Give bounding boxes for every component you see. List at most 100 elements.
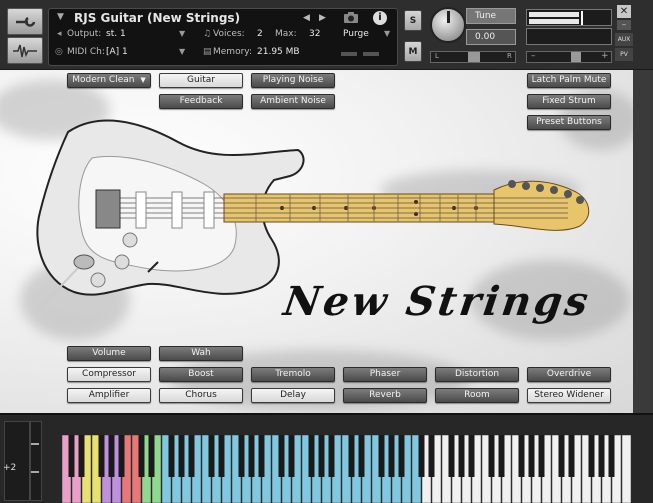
black-key[interactable] (278, 435, 285, 477)
delay-button[interactable]: Delay (251, 388, 335, 403)
octave-value[interactable]: +2 (3, 463, 16, 473)
black-key[interactable] (168, 435, 175, 477)
playing-noise-button[interactable]: Playing Noise (251, 73, 335, 88)
black-key[interactable] (488, 435, 495, 477)
black-key[interactable] (388, 435, 395, 477)
output-dropdown-icon[interactable]: ▼ (179, 29, 185, 38)
black-key[interactable] (528, 435, 535, 477)
octave-up-icon[interactable] (31, 443, 39, 445)
black-key[interactable] (558, 435, 565, 477)
feedback-button[interactable]: Feedback (159, 94, 243, 109)
camera-icon[interactable] (343, 11, 359, 27)
ambient-noise-button[interactable]: Ambient Noise (251, 94, 335, 109)
chorus-button[interactable]: Chorus (159, 388, 243, 403)
volume-slider-handle[interactable] (571, 52, 581, 62)
tremolo-button[interactable]: Tremolo (251, 367, 335, 382)
black-key[interactable] (68, 435, 75, 477)
black-key[interactable] (398, 435, 405, 477)
midi-channel-label: MIDI Ch: (67, 47, 105, 57)
black-key[interactable] (148, 435, 155, 477)
collapse-arrow-icon[interactable]: ▼ (57, 12, 64, 22)
black-key[interactable] (468, 435, 475, 477)
minimize-icon[interactable]: – (617, 20, 631, 30)
boost-button[interactable]: Boost (159, 367, 243, 382)
reverb-button[interactable]: Reverb (343, 388, 427, 403)
black-key[interactable] (598, 435, 605, 477)
wrench-icon[interactable] (7, 8, 43, 35)
waveform-icon[interactable] (7, 37, 43, 64)
aux-button[interactable]: AUX (615, 33, 633, 46)
black-key[interactable] (418, 435, 425, 477)
black-key[interactable] (288, 435, 295, 477)
solo-button[interactable]: S (404, 10, 422, 31)
black-key[interactable] (108, 435, 115, 477)
volume-button[interactable]: Volume (67, 346, 151, 361)
black-key[interactable] (458, 435, 465, 477)
black-key[interactable] (178, 435, 185, 477)
black-key[interactable] (378, 435, 385, 477)
pitch-wheel[interactable] (4, 421, 30, 501)
fixed-strum-button[interactable]: Fixed Strum (527, 94, 611, 109)
black-key[interactable] (98, 435, 105, 477)
room-button[interactable]: Room (435, 388, 519, 403)
black-key[interactable] (138, 435, 145, 477)
black-key[interactable] (498, 435, 505, 477)
black-key[interactable] (248, 435, 255, 477)
black-key[interactable] (308, 435, 315, 477)
mod-wheel[interactable] (30, 421, 42, 501)
black-key[interactable] (218, 435, 225, 477)
max-voices-value[interactable]: 32 (309, 29, 320, 39)
black-key[interactable] (588, 435, 595, 477)
black-key[interactable] (118, 435, 125, 477)
black-key[interactable] (78, 435, 85, 477)
mute-button[interactable]: M (404, 41, 422, 62)
latch-palm-mute-button[interactable]: Latch Palm Mute (527, 73, 611, 88)
piano-keyboard[interactable] (62, 435, 632, 503)
midi-channel-value[interactable]: [A] 1 (106, 47, 128, 57)
stereo-widener-button[interactable]: Stereo Widener (527, 388, 611, 403)
guitar-button[interactable]: Guitar (159, 73, 243, 88)
distortion-button[interactable]: Distortion (435, 367, 519, 382)
black-key[interactable] (538, 435, 545, 477)
pv-button[interactable]: PV (615, 48, 633, 61)
black-key[interactable] (448, 435, 455, 477)
right-edge-strip (633, 70, 653, 413)
purge-menu[interactable]: Purge (343, 29, 369, 39)
black-key[interactable] (358, 435, 365, 477)
black-key[interactable] (258, 435, 265, 477)
black-key[interactable] (428, 435, 435, 477)
wah-button[interactable]: Wah (159, 346, 243, 361)
black-key[interactable] (328, 435, 335, 477)
brand-text: New Strings (280, 278, 594, 325)
black-key[interactable] (608, 435, 615, 477)
black-key[interactable] (238, 435, 245, 477)
amplifier-button[interactable]: Amplifier (67, 388, 151, 403)
volume-slider[interactable]: – + (526, 51, 612, 63)
octave-down-icon[interactable] (31, 471, 39, 473)
black-key[interactable] (208, 435, 215, 477)
black-key[interactable] (348, 435, 355, 477)
phaser-button[interactable]: Phaser (343, 367, 427, 382)
pan-slider[interactable]: L R (430, 51, 516, 63)
next-instrument-icon[interactable]: ▶ (319, 13, 326, 23)
purge-dropdown-icon[interactable]: ▼ (384, 29, 390, 38)
preset-dropdown[interactable]: Modern Clean ▼ (67, 73, 151, 88)
midi-dropdown-icon[interactable]: ▼ (179, 47, 185, 56)
output-value[interactable]: st. 1 (106, 29, 126, 39)
white-key[interactable] (621, 435, 632, 503)
black-key[interactable] (568, 435, 575, 477)
pan-slider-handle[interactable] (468, 52, 480, 62)
pan-left-label: L (435, 52, 439, 60)
tune-knob[interactable] (430, 7, 466, 43)
compressor-button[interactable]: Compressor (67, 367, 151, 382)
black-key[interactable] (188, 435, 195, 477)
prev-instrument-icon[interactable]: ◀ (303, 13, 310, 23)
black-key[interactable] (318, 435, 325, 477)
overdrive-button[interactable]: Overdrive (527, 367, 611, 382)
tune-value[interactable]: 0.00 (466, 29, 516, 45)
instrument-title[interactable]: RJS Guitar (New Strings) (74, 11, 240, 25)
preset-buttons-button[interactable]: Preset Buttons (527, 115, 611, 130)
info-icon[interactable]: i (373, 11, 387, 25)
black-key[interactable] (518, 435, 525, 477)
close-icon[interactable]: ✕ (617, 5, 631, 18)
